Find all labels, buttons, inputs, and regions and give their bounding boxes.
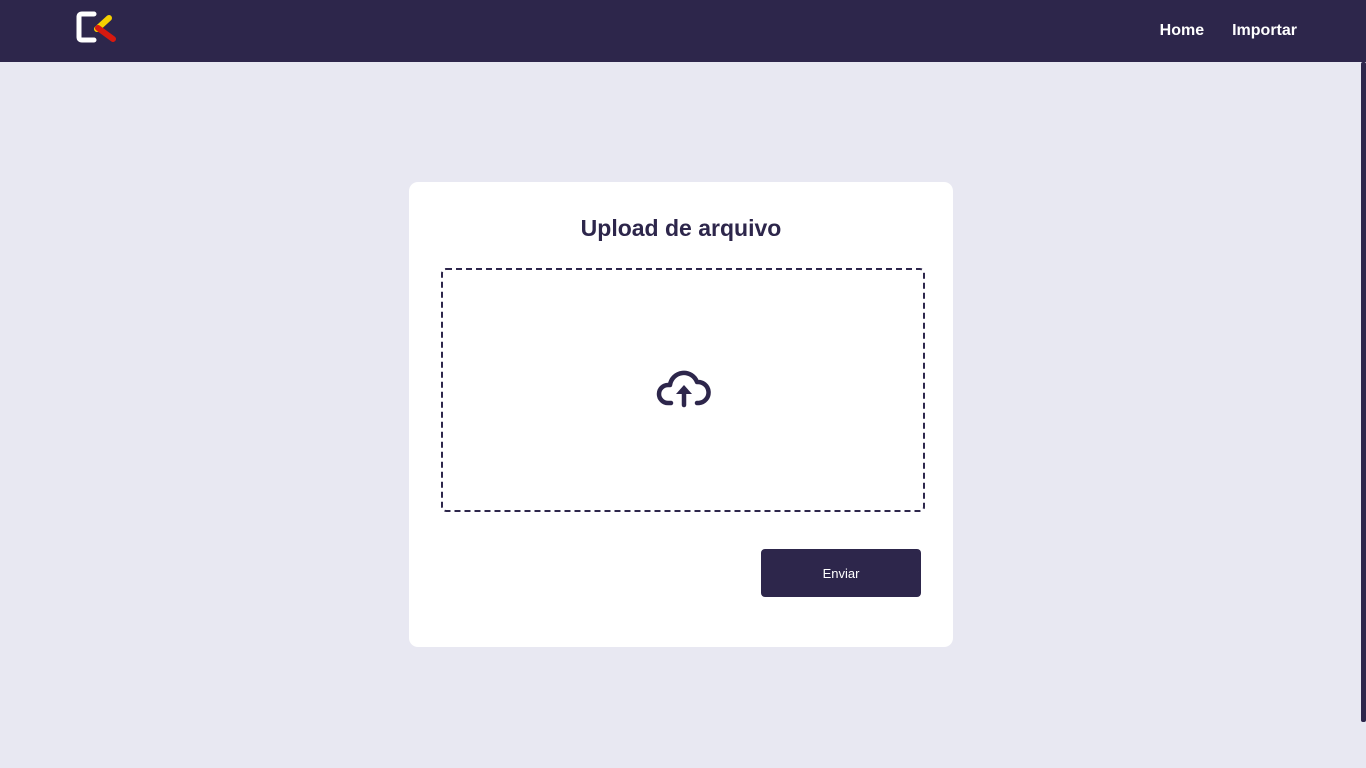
- nav-link-home[interactable]: Home: [1160, 22, 1204, 40]
- file-dropzone[interactable]: [441, 268, 925, 512]
- upload-card: Upload de arquivo Enviar: [409, 182, 953, 647]
- cloud-upload-icon: [656, 367, 712, 411]
- nav-links: Home Importar: [1160, 0, 1297, 62]
- logo-icon[interactable]: [76, 11, 118, 43]
- logo-icon-graphic: [76, 11, 116, 43]
- nav-link-importar[interactable]: Importar: [1232, 22, 1297, 40]
- page-scrollbar[interactable]: [1361, 62, 1366, 722]
- upload-title: Upload de arquivo: [580, 215, 782, 241]
- top-navbar: Home Importar: [0, 0, 1366, 62]
- send-button[interactable]: Enviar: [761, 549, 921, 597]
